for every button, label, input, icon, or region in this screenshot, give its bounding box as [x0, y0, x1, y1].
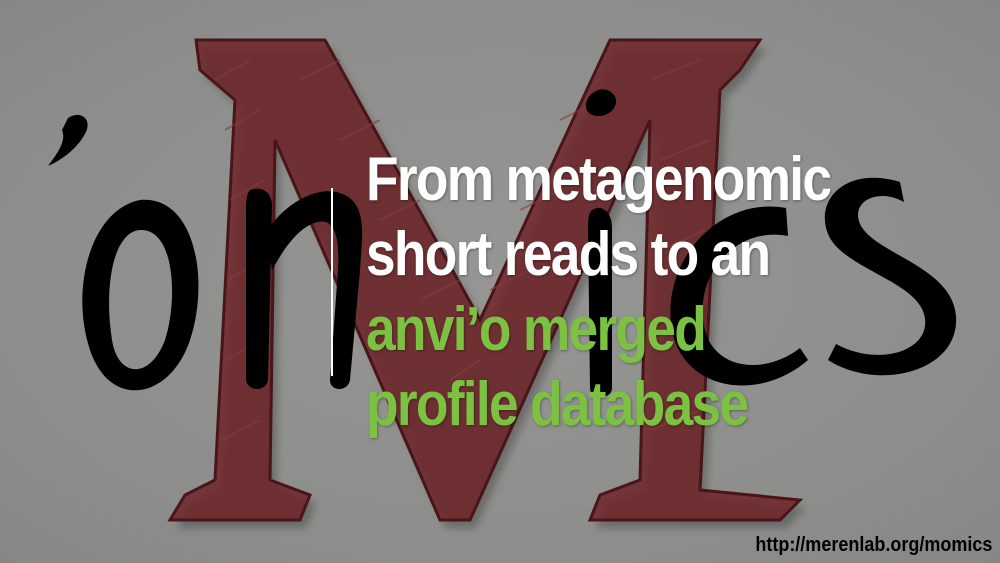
footer-url-link[interactable]: http://merenlab.org/momics [755, 534, 992, 557]
letter-n-stroke [246, 188, 363, 389]
title-divider-line [331, 188, 333, 376]
title-line-4: profile database [366, 370, 749, 439]
title-line-3: anvi’o merged [366, 295, 707, 364]
title-line-2: short reads to an [366, 220, 771, 289]
apostrophe-stroke [48, 114, 88, 166]
letter-o [82, 199, 199, 391]
slide-title: From metagenomic short reads to an anvi’… [366, 142, 848, 442]
slide: From metagenomic short reads to an anvi’… [0, 0, 1000, 563]
title-line-1: From metagenomic [366, 145, 832, 214]
